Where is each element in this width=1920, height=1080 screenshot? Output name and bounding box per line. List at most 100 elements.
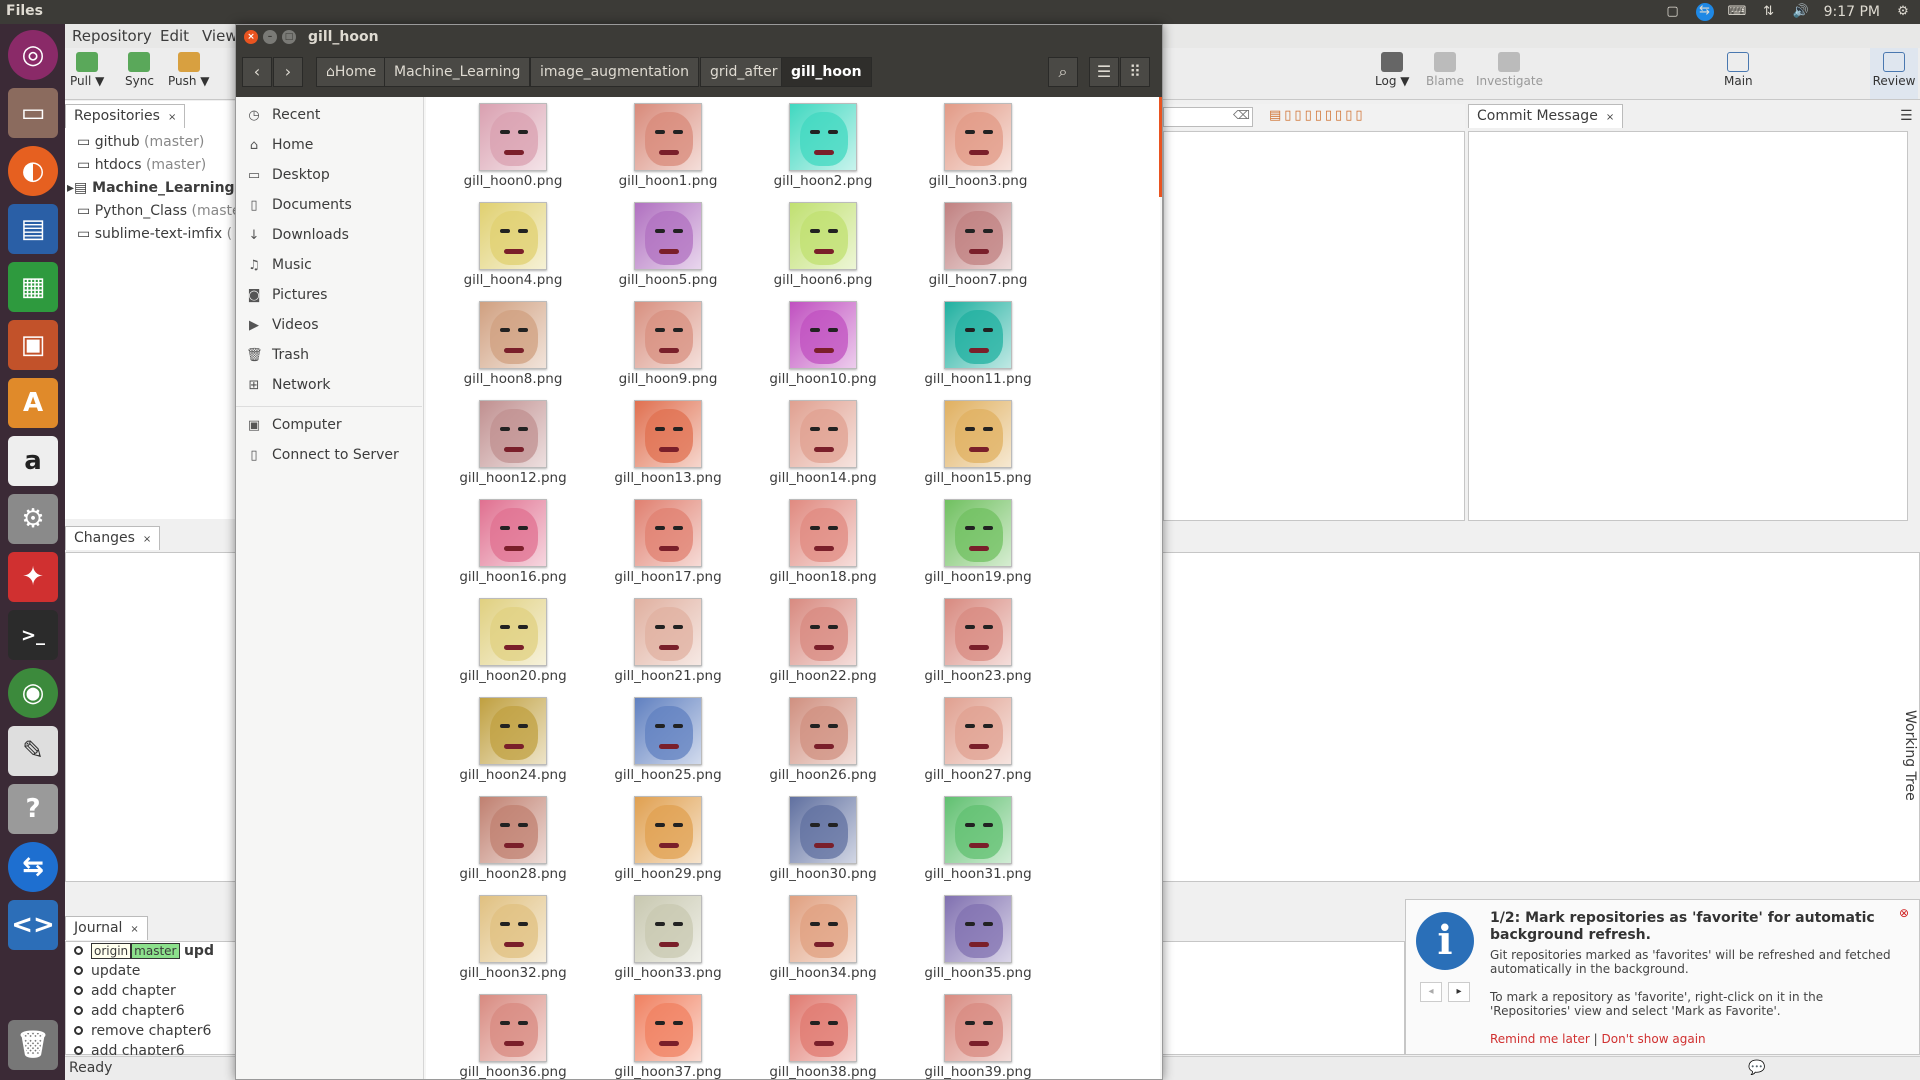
ubuntu-logo-icon[interactable]: ◎ [8, 30, 58, 80]
software-center-icon[interactable]: A [8, 378, 58, 428]
repo-item-htdocs[interactable]: ▭ htdocs (master) [77, 157, 206, 173]
file-item[interactable]: gill_hoon5.png [593, 202, 743, 288]
maximize-window-button[interactable]: □ [282, 30, 296, 44]
close-notification-icon[interactable]: ⊗ [1899, 906, 1909, 920]
files-icon[interactable]: ▭ [8, 88, 58, 138]
file-item[interactable]: gill_hoon28.png [438, 796, 588, 882]
terminal-icon[interactable]: >_ [8, 610, 58, 660]
menu-view[interactable]: View [202, 27, 238, 45]
commit-message-pane[interactable] [1468, 131, 1908, 521]
tab-changes[interactable]: Changes × [65, 526, 161, 550]
working-tree-label[interactable]: Working Tree [1902, 710, 1918, 801]
file-item[interactable]: gill_hoon21.png [593, 598, 743, 684]
breadcrumb-grid-after[interactable]: grid_after [700, 57, 788, 87]
file-item[interactable]: gill_hoon13.png [593, 400, 743, 486]
menu-repository[interactable]: Repository [72, 27, 152, 45]
journal-row[interactable]: add chapter6 [70, 1043, 185, 1055]
prev-notification-button[interactable]: ◂ [1420, 982, 1442, 1002]
file-item[interactable]: gill_hoon23.png [903, 598, 1053, 684]
file-item[interactable]: gill_hoon18.png [748, 499, 898, 585]
search-button[interactable]: ⌕ [1048, 57, 1078, 87]
clock[interactable]: 9:17 PM [1824, 4, 1880, 20]
chat-icon[interactable]: ▢ [1664, 4, 1682, 20]
file-item[interactable]: gill_hoon25.png [593, 697, 743, 783]
keyboard-icon[interactable]: ⌨ [1728, 4, 1747, 20]
text-editor-icon[interactable]: ✎ [8, 726, 58, 776]
calc-icon[interactable]: ▦ [8, 262, 58, 312]
next-notification-button[interactable]: ▸ [1448, 982, 1470, 1002]
file-item[interactable]: gill_hoon33.png [593, 895, 743, 981]
file-item[interactable]: gill_hoon4.png [438, 202, 588, 288]
grid-view-button[interactable]: ⠿ [1120, 57, 1150, 87]
trash-icon[interactable]: 🗑 [8, 1020, 58, 1070]
repo-item-python-class[interactable]: ▭ Python_Class (maste [77, 203, 235, 219]
file-item[interactable]: gill_hoon7.png [903, 202, 1053, 288]
breadcrumb-image-augmentation[interactable]: image_augmentation [530, 57, 699, 87]
pull-button[interactable]: Pull ▼ [70, 52, 104, 88]
file-item[interactable]: gill_hoon16.png [438, 499, 588, 585]
network-arrows-icon[interactable]: ⇅ [1760, 4, 1778, 20]
teamviewer-tray-icon[interactable]: ⇆ [1695, 3, 1714, 21]
file-item[interactable]: gill_hoon29.png [593, 796, 743, 882]
file-item[interactable]: gill_hoon3.png [903, 103, 1053, 189]
gear-icon[interactable]: ⚙ [1894, 4, 1912, 20]
file-item[interactable]: gill_hoon26.png [748, 697, 898, 783]
file-item[interactable]: gill_hoon34.png [748, 895, 898, 981]
list-view-button[interactable]: ☰ [1089, 57, 1119, 87]
file-item[interactable]: gill_hoon8.png [438, 301, 588, 387]
log-button[interactable]: Log ▼ [1375, 52, 1409, 88]
amazon-icon[interactable]: a [8, 436, 58, 486]
sidebar-item-downloads[interactable]: ↓ Downloads [246, 227, 349, 243]
sidebar-item-connect-to-server[interactable]: ▯ Connect to Server [246, 447, 398, 463]
investigate-button[interactable]: Investigate [1476, 52, 1543, 88]
tab-journal[interactable]: Journal × [65, 916, 148, 940]
file-filter-icons[interactable]: ▤▯▯▯▯▯▯▯▯ [1269, 108, 1366, 123]
sidebar-item-recent[interactable]: ◷ Recent [246, 107, 320, 123]
dont-show-again-link[interactable]: Don't show again [1602, 1032, 1706, 1046]
file-item[interactable]: gill_hoon20.png [438, 598, 588, 684]
review-perspective-button[interactable]: Review [1870, 48, 1918, 99]
file-item[interactable]: gill_hoon32.png [438, 895, 588, 981]
sidebar-item-music[interactable]: ♫ Music [246, 257, 312, 273]
file-item[interactable]: gill_hoon22.png [748, 598, 898, 684]
close-icon[interactable]: × [1606, 112, 1614, 123]
file-item[interactable]: gill_hoon15.png [903, 400, 1053, 486]
menu-edit[interactable]: Edit [160, 27, 189, 45]
file-item[interactable]: gill_hoon36.png [438, 994, 588, 1080]
sidebar-item-network[interactable]: ⊞ Network [246, 377, 331, 393]
chat-bubble-icon[interactable]: 💬 [1748, 1060, 1765, 1076]
journal-row[interactable]: add chapter6 [70, 1003, 185, 1019]
blame-button[interactable]: Blame [1426, 52, 1464, 88]
file-item[interactable]: gill_hoon0.png [438, 103, 588, 189]
close-icon[interactable]: × [130, 924, 138, 935]
sidebar-item-videos[interactable]: ▶ Videos [246, 317, 319, 333]
push-button[interactable]: Push ▼ [168, 52, 210, 88]
close-icon[interactable]: × [143, 534, 151, 545]
repo-item-sublime-text-imfix[interactable]: ▭ sublime-text-imfix ( [77, 226, 232, 242]
back-button[interactable]: ‹ [242, 57, 272, 87]
sidebar-item-pictures[interactable]: ◙ Pictures [246, 287, 328, 303]
journal-row[interactable]: remove chapter6 [70, 1023, 211, 1039]
file-item[interactable]: gill_hoon35.png [903, 895, 1053, 981]
breadcrumb-gill-hoon[interactable]: gill_hoon [781, 57, 872, 87]
breadcrumb-machine-learning[interactable]: Machine_Learning [384, 57, 531, 87]
file-item[interactable]: gill_hoon1.png [593, 103, 743, 189]
breadcrumb-home[interactable]: ⌂Home [316, 57, 387, 87]
sidebar-item-documents[interactable]: ▯ Documents [246, 197, 351, 213]
file-item[interactable]: gill_hoon39.png [903, 994, 1053, 1080]
help-icon[interactable]: ? [8, 784, 58, 834]
journal-row[interactable]: update [70, 963, 140, 979]
forward-button[interactable]: › [273, 57, 303, 87]
tab-repositories[interactable]: Repositories × [65, 104, 186, 128]
clear-filter-icon[interactable]: ⌫ [1233, 108, 1250, 122]
sidebar-item-home[interactable]: ⌂ Home [246, 137, 313, 153]
remind-later-link[interactable]: Remind me later [1490, 1032, 1590, 1046]
file-item[interactable]: gill_hoon6.png [748, 202, 898, 288]
repo-item-machine-learning[interactable]: ▸▤ Machine_Learning [67, 180, 235, 196]
file-item[interactable]: gill_hoon11.png [903, 301, 1053, 387]
menu-icon[interactable]: ☰ [1900, 108, 1913, 124]
main-perspective-button[interactable]: Main [1724, 52, 1753, 88]
tab-commit-message[interactable]: Commit Message × [1468, 104, 1624, 128]
sidebar-item-trash[interactable]: 🗑 Trash [246, 347, 309, 363]
file-item[interactable]: gill_hoon37.png [593, 994, 743, 1080]
